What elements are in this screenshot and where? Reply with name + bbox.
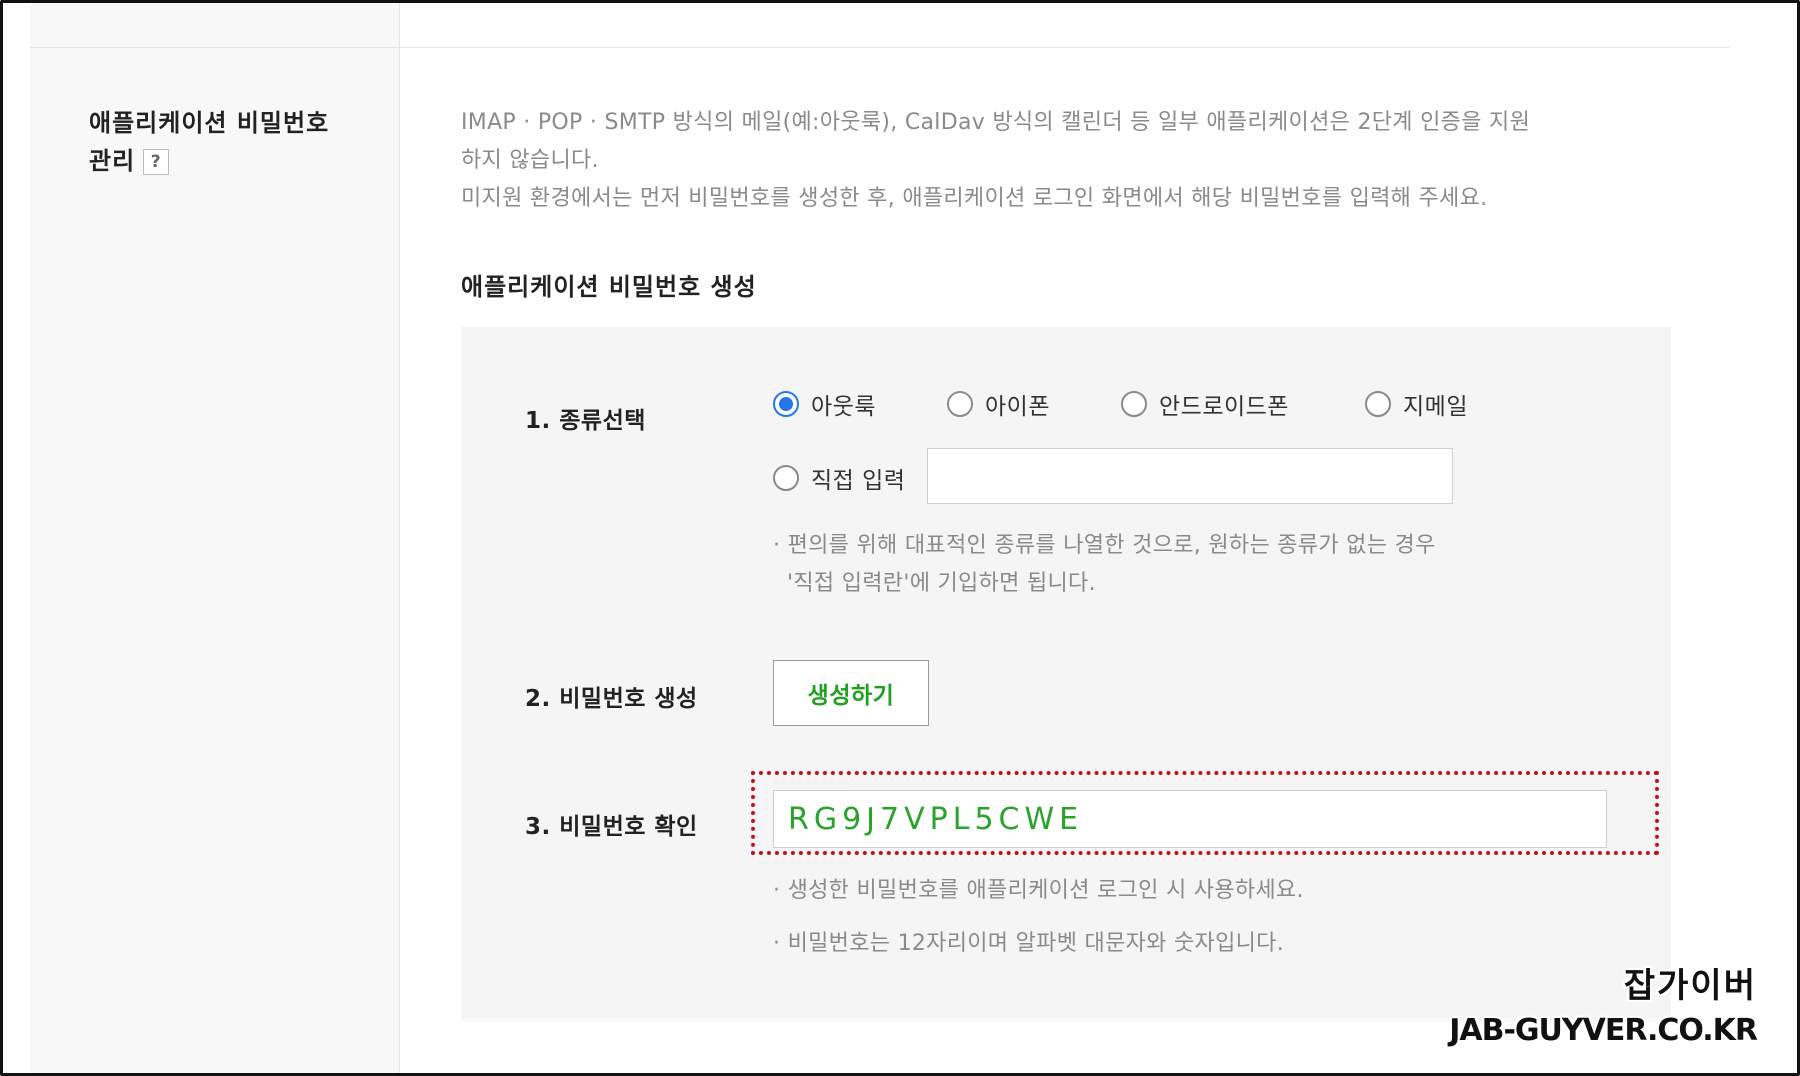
- help-icon[interactable]: ?: [143, 149, 170, 175]
- section-title: 애플리케이션 비밀번호 관리?: [89, 104, 379, 180]
- generated-password-field[interactable]: RG9J7VPL5CWE: [773, 790, 1607, 848]
- radio-option-custom[interactable]: 직접 입력: [773, 461, 905, 495]
- radio-label: 아웃룩: [811, 394, 876, 420]
- watermark-korean: 잡가이버: [1623, 966, 1757, 1006]
- step2-label: 2. 비밀번호 생성: [525, 686, 698, 712]
- radio-button-icon[interactable]: [947, 391, 973, 417]
- radio-button-icon[interactable]: [1121, 391, 1147, 417]
- custom-type-input[interactable]: [927, 448, 1453, 504]
- radio-option-gmail[interactable]: 지메일: [1365, 387, 1468, 421]
- radio-option-iphone[interactable]: 아이폰: [947, 387, 1050, 421]
- description-line3: 미지원 환경에서는 먼저 비밀번호를 생성한 후, 애플리케이션 로그인 화면에…: [461, 186, 1488, 211]
- section-title-line1: 애플리케이션 비밀번호: [89, 109, 330, 137]
- radio-button-icon[interactable]: [773, 391, 799, 417]
- radio-label: 지메일: [1403, 394, 1468, 420]
- password-usage-note: · 생성한 비밀번호를 애플리케이션 로그인 시 사용하세요.: [773, 878, 1304, 903]
- radio-option-android[interactable]: 안드로이드폰: [1121, 387, 1289, 421]
- step1-label: 1. 종류선택: [525, 408, 646, 434]
- type-note-line2: '직접 입력란'에 기입하면 됩니다.: [787, 571, 1096, 596]
- generate-button[interactable]: 생성하기: [773, 660, 929, 726]
- radio-label: 안드로이드폰: [1159, 394, 1289, 420]
- radio-label: 직접 입력: [811, 468, 906, 494]
- description-line2: 하지 않습니다.: [461, 148, 599, 173]
- radio-option-outlook[interactable]: 아웃룩: [773, 387, 876, 421]
- type-note: · 편의를 위해 대표적인 종류를 나열한 것으로, 원하는 종류가 없는 경우…: [773, 527, 1436, 603]
- radio-button-icon[interactable]: [1365, 391, 1391, 417]
- top-divider: [30, 47, 1730, 48]
- description: IMAP · POP · SMTP 방식의 메일(예:아웃룩), CalDav …: [461, 104, 1671, 218]
- description-line1: IMAP · POP · SMTP 방식의 메일(예:아웃룩), CalDav …: [461, 110, 1531, 135]
- radio-button-icon[interactable]: [773, 465, 799, 491]
- radio-label: 아이폰: [985, 394, 1050, 420]
- generator-title: 애플리케이션 비밀번호 생성: [461, 273, 757, 301]
- step3-label: 3. 비밀번호 확인: [525, 814, 698, 840]
- screenshot-frame: 애플리케이션 비밀번호 관리? IMAP · POP · SMTP 방식의 메일…: [0, 0, 1800, 1076]
- type-note-line1: · 편의를 위해 대표적인 종류를 나열한 것으로, 원하는 종류가 없는 경우: [773, 533, 1436, 558]
- password-format-note: · 비밀번호는 12자리이며 알파벳 대문자와 숫자입니다.: [773, 931, 1284, 956]
- watermark-domain: JAB-GUYVER.CO.KR: [1449, 1013, 1758, 1048]
- section-title-line2: 관리: [89, 147, 136, 175]
